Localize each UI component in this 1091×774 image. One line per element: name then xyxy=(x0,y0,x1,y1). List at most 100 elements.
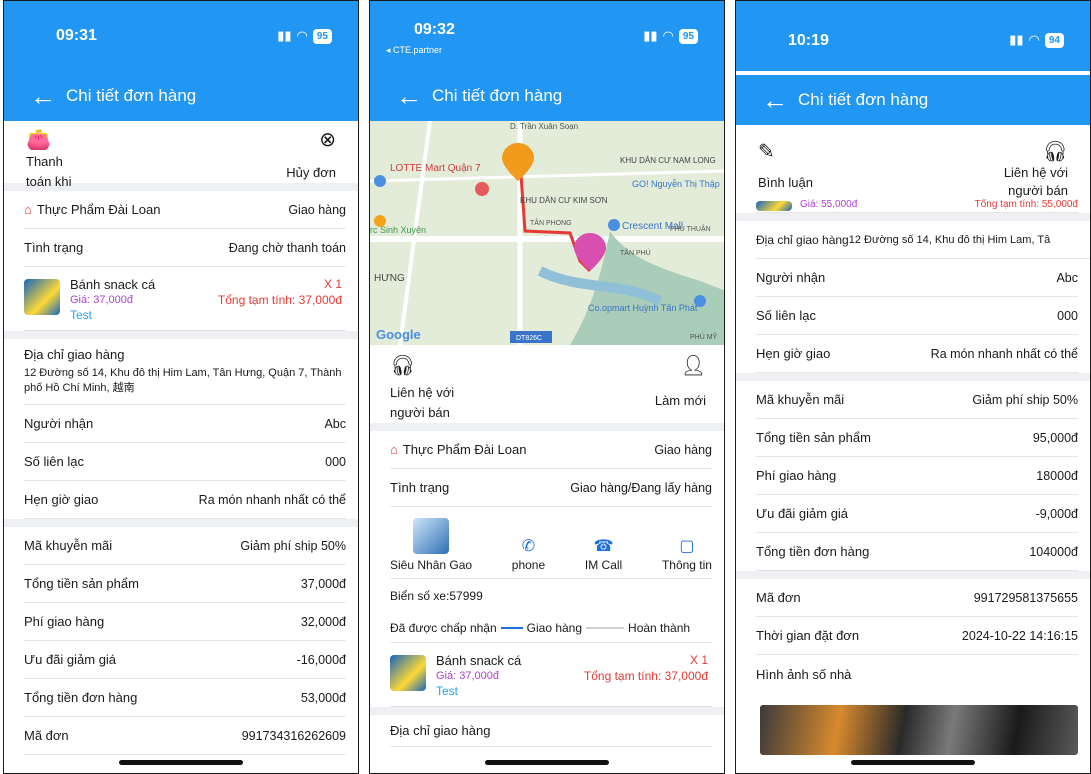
wifi-icon: ◠ xyxy=(296,28,308,43)
product-item[interactable]: Bánh snack cá Giá: 37,000đ Test X 1 Tổng… xyxy=(24,267,346,331)
order-detail-content[interactable]: 👛 Thanh toán khi ⊗ Hủy đơn ⌂ Thực Phẩm Đà… xyxy=(4,121,358,773)
products-total-label: Tổng tiền sản phẩm xyxy=(756,430,871,445)
carrier-back-link[interactable]: ◂ CTE.partner xyxy=(386,45,442,56)
order-total-row: Tổng tiền đơn hàng 104000đ xyxy=(756,533,1078,571)
divider xyxy=(4,519,358,527)
status-time: 09:31 xyxy=(56,27,97,44)
home-indicator[interactable] xyxy=(851,760,975,765)
status-label: Tình trạng xyxy=(24,240,84,255)
phone-button[interactable]: ✆ phone xyxy=(512,536,545,572)
status-time: 09:32 xyxy=(414,21,455,38)
refresh-button[interactable]: 👤︎ Làm mới xyxy=(655,353,706,423)
home-indicator[interactable] xyxy=(119,760,243,765)
order-code-row: Mã đơn 991729581375655 xyxy=(756,579,1078,617)
product-price: Giá: 37,000đ xyxy=(436,670,499,682)
google-logo: Google xyxy=(376,327,421,342)
imcall-btn-label: IM Call xyxy=(584,558,623,572)
action-bar: 🎧︎ Liên hệ với người bán 👤︎ Làm mới xyxy=(370,345,724,431)
shop-name: Thực Phẩm Đài Loan xyxy=(402,442,527,457)
close-circle-icon: ⊗ xyxy=(319,129,336,151)
product-name: Bánh snack cá xyxy=(436,653,522,668)
divider xyxy=(736,213,1090,221)
contact-label: Liên hệ với người bán xyxy=(390,385,455,420)
order-total-value: 104000đ xyxy=(1029,544,1078,559)
contact-label: Liên hệ với người bán xyxy=(1003,165,1068,198)
product-item[interactable]: Bánh snack cá Giá: 37,000đ Test X 1 Tổng… xyxy=(390,643,712,707)
address-label: Địa chỉ giao hàng xyxy=(390,723,491,738)
address-value: 12 Đường số 14, Khu đô thị Him Lam, Tâ xyxy=(848,233,1051,246)
contact-seller-button[interactable]: 🎧︎ Liên hệ với người bán xyxy=(1004,139,1068,199)
status-icons: ▮▮ ◠ 95 xyxy=(277,28,332,44)
product-note: Test xyxy=(436,684,459,698)
phone-btn-label: phone xyxy=(511,558,546,572)
map-label: LOTTE Mart Quận 7 xyxy=(390,163,481,174)
product-thumbnail xyxy=(756,201,792,211)
cancel-label: Hủy đơn xyxy=(286,165,336,180)
delivery-progress: Đã được chấp nhận Giao hàng Hoàn thành xyxy=(390,613,712,643)
im-call-button[interactable]: ☎ IM Call xyxy=(585,536,622,572)
order-detail-content[interactable]: D. Trần Xuân Soạn LOTTE Mart Quận 7 KHU … xyxy=(370,121,724,773)
order-total-row: Tổng tiền đơn hàng 53,000đ xyxy=(24,679,346,717)
cancel-order-button[interactable]: ⊗ Hủy đơn xyxy=(286,127,336,183)
schedule-row: Hẹn giờ giao Ra món nhanh nhất có thể xyxy=(756,335,1078,373)
map-label: HƯNG xyxy=(374,273,405,284)
product-qty: X 1 xyxy=(323,277,342,291)
signal-icon: ▮▮ xyxy=(277,28,292,43)
headset-icon: 🎧︎ xyxy=(1042,141,1068,163)
delivery-map[interactable]: D. Trần Xuân Soạn LOTTE Mart Quận 7 KHU … xyxy=(370,121,724,345)
order-code-row: Mã đơn 991734316262609 xyxy=(24,717,346,755)
order-time-label: Thời gian đặt đơn xyxy=(756,628,860,643)
divider xyxy=(736,571,1090,579)
progress-line-pending xyxy=(586,626,625,629)
product-name: Bánh snack cá xyxy=(70,277,156,292)
product-price: Giá: 55,000đ xyxy=(800,199,858,210)
address-label: Địa chỉ giao hàng xyxy=(24,347,125,362)
phone-value: 000 xyxy=(1057,308,1078,323)
status-bar: 09:31 ▮▮ ◠ 95 xyxy=(4,1,358,71)
product-price: Giá: 37,000đ xyxy=(70,294,133,306)
comment-button[interactable]: ✎ Bình luận xyxy=(758,139,813,199)
battery-icon: 94 xyxy=(1044,32,1064,48)
products-total-label: Tổng tiền sản phẩm xyxy=(24,576,139,591)
product-item-cut: Giá: 55,000đ Tổng tạm tính: 55,000đ xyxy=(756,199,1078,213)
license-plate: Biển số xe:57999 xyxy=(390,589,483,603)
divider xyxy=(370,707,724,715)
house-photo[interactable] xyxy=(760,705,1078,755)
message-button[interactable]: ▢ Thông tin xyxy=(662,536,712,572)
back-arrow-icon[interactable]: ← xyxy=(396,83,422,109)
back-arrow-icon[interactable]: ← xyxy=(762,87,788,113)
status-time: 10:19 xyxy=(788,32,829,49)
status-row: Tình trạng Đang chờ thanh toán xyxy=(24,229,346,267)
receiver-row: Người nhận Abc xyxy=(24,405,346,443)
receiver-value: Abc xyxy=(1056,270,1078,285)
product-subtotal: Tổng tạm tính: 37,000đ xyxy=(217,293,342,307)
status-icons: ▮▮ ◠ 95 xyxy=(643,28,698,44)
chat-icon: ▢ xyxy=(679,538,695,555)
products-total-row: Tổng tiền sản phẩm 37,000đ xyxy=(24,565,346,603)
wallet-icon: 👛 xyxy=(26,129,51,151)
action-bar: 👛 Thanh toán khi ⊗ Hủy đơn xyxy=(4,121,358,191)
phone-label: Số liên lạc xyxy=(756,308,816,323)
phone-label: Số liên lạc xyxy=(24,454,84,469)
phone-value: 000 xyxy=(325,454,346,469)
driver-name: Siêu Nhân Gao xyxy=(390,558,473,572)
discount-label: Ưu đãi giảm giá xyxy=(24,652,117,667)
shipping-row: Phí giao hàng 18000đ xyxy=(756,457,1078,495)
schedule-label: Hẹn giờ giao xyxy=(756,346,831,361)
address-block: Địa chỉ giao hàng xyxy=(390,715,712,747)
order-code-value: 991729581375655 xyxy=(973,590,1078,605)
pay-on-delivery-button[interactable]: 👛 Thanh toán khi xyxy=(26,127,72,189)
contact-seller-button[interactable]: 🎧︎ Liên hệ với người bán xyxy=(390,353,454,423)
home-indicator[interactable] xyxy=(485,760,609,765)
product-subtotal: Tổng tạm tính: 37,000đ xyxy=(583,669,708,683)
step-delivering: Giao hàng xyxy=(526,620,583,635)
back-arrow-icon[interactable]: ← xyxy=(30,83,56,109)
wifi-icon: ◠ xyxy=(662,28,674,43)
address-block: Địa chỉ giao hàng 12 Đường số 14, Khu đô… xyxy=(24,339,346,405)
status-value: Đang chờ thanh toán xyxy=(228,240,346,255)
address-label: Địa chỉ giao hàng xyxy=(756,232,849,247)
shop-row: ⌂ Thực Phẩm Đài Loan Giao hàng xyxy=(390,431,712,469)
map-label: PHÚ THUẬN xyxy=(670,224,711,233)
phone-screen-1: 09:31 ▮▮ ◠ 95 ← Chi tiết đơn hàng 👛 Than… xyxy=(3,0,359,774)
order-detail-content[interactable]: ✎ Bình luận 🎧︎ Liên hệ với người bán Giá… xyxy=(736,125,1090,773)
